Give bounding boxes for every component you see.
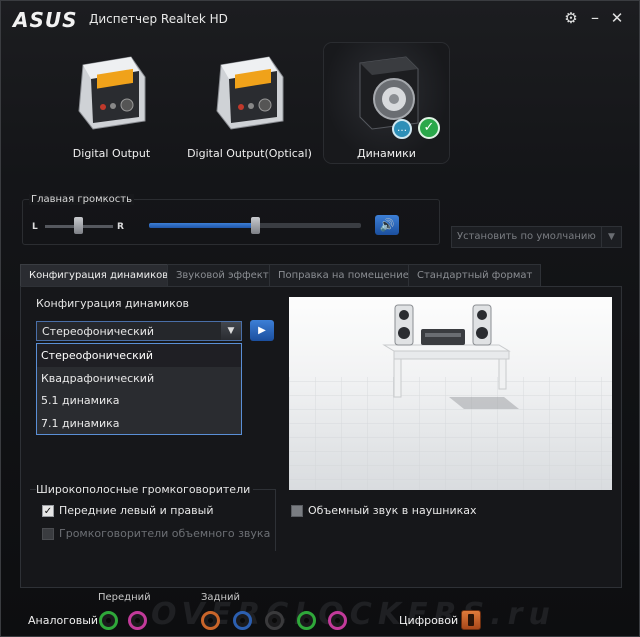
tab-room-correction[interactable]: Поправка на помещение xyxy=(269,264,418,286)
digital-output-icon xyxy=(78,56,146,130)
speaker-config-title: Конфигурация динамиков xyxy=(36,297,190,310)
volume-slider-fill xyxy=(149,223,255,228)
play-icon: ▶ xyxy=(258,325,266,336)
front-jack-pink[interactable] xyxy=(128,611,147,630)
tab-default-format[interactable]: Стандартный формат xyxy=(408,264,542,286)
balance-slider-thumb[interactable] xyxy=(74,217,83,234)
option-5-1[interactable]: 5.1 динамика xyxy=(37,389,241,412)
minimize-icon[interactable]: – xyxy=(586,9,604,27)
speaker-preview-area[interactable] xyxy=(289,297,612,490)
rear-jack-pink[interactable] xyxy=(328,611,347,630)
device-digital-output-optical[interactable]: Digital Output(Optical) xyxy=(187,43,312,163)
device-label: Digital Output(Optical) xyxy=(187,147,312,160)
chevron-down-icon: ▼ xyxy=(221,322,241,340)
window-title: Диспетчер Realtek HD xyxy=(89,12,228,26)
tab-speaker-config[interactable]: Конфигурация динамиков xyxy=(20,264,178,286)
tab-sound-effects[interactable]: Звуковой эффект xyxy=(167,264,278,286)
analog-label: Аналоговый xyxy=(28,614,99,627)
master-volume-title: Главная громкость xyxy=(29,194,135,205)
surround-label: Громкоговорители объемного звука xyxy=(59,527,271,540)
volume-slider-thumb[interactable] xyxy=(251,217,260,234)
rear-jacks-label: Задний xyxy=(201,592,240,603)
speaker-config-select[interactable]: Стереофонический ▼ xyxy=(36,321,242,341)
headphone-virtualization-checkbox[interactable] xyxy=(291,505,303,517)
option-quad[interactable]: Квадрафонический xyxy=(37,367,241,390)
play-test-button[interactable]: ▶ xyxy=(250,320,274,341)
speaker-setup-illustration xyxy=(289,304,612,490)
rear-jack-green[interactable] xyxy=(297,611,316,630)
rear-jack-black[interactable] xyxy=(265,611,284,630)
digital-label: Цифровой xyxy=(399,614,459,627)
option-stereo[interactable]: Стереофонический xyxy=(37,344,241,367)
realtek-window: ASUS Диспетчер Realtek HD ⚙ – ✕ Digital … xyxy=(0,0,640,637)
front-lr-checkbox[interactable]: ✓ xyxy=(42,505,54,517)
front-jack-green[interactable] xyxy=(99,611,118,630)
wideband-group xyxy=(30,489,276,551)
device-label: Динамики xyxy=(357,147,416,160)
close-icon[interactable]: ✕ xyxy=(608,9,626,27)
mute-button[interactable]: 🔊 xyxy=(375,215,399,235)
rear-jack-blue[interactable] xyxy=(233,611,252,630)
checkmark-icon: ✓ xyxy=(418,117,440,139)
device-digital-output[interactable]: Digital Output xyxy=(49,43,174,163)
digital-output-optical-icon xyxy=(216,56,284,130)
speaker-icon xyxy=(359,56,419,130)
surround-checkbox[interactable] xyxy=(42,528,54,540)
balance-left-label: L xyxy=(32,222,38,232)
rear-jack-orange[interactable] xyxy=(201,611,220,630)
spdif-jack-icon[interactable] xyxy=(461,610,481,630)
front-lr-label: Передние левый и правый xyxy=(59,504,214,517)
brand-logo: ASUS xyxy=(13,8,78,32)
set-default-label: Установить по умолчанию xyxy=(457,231,596,242)
device-label: Digital Output xyxy=(72,147,151,160)
chevron-down-icon: ▼ xyxy=(601,227,621,247)
title-bar[interactable]: ASUS Диспетчер Realtek HD ⚙ – ✕ xyxy=(1,1,639,35)
speaker-config-options: Стереофонический Квадрафонический 5.1 ди… xyxy=(36,343,242,435)
balance-right-label: R xyxy=(117,222,124,232)
option-7-1[interactable]: 7.1 динамика xyxy=(37,412,241,435)
set-default-dropdown[interactable]: Установить по умолчанию ▼ xyxy=(451,226,622,248)
front-jacks-label: Передний xyxy=(98,592,151,603)
chat-bubble-icon: … xyxy=(392,119,412,139)
device-speakers[interactable]: … ✓ Динамики xyxy=(324,43,449,163)
speaker-config-value: Стереофонический xyxy=(42,325,155,338)
wideband-title: Широкополосные громкоговорители xyxy=(36,483,254,496)
speaker-volume-icon: 🔊 xyxy=(379,218,395,232)
gear-icon[interactable]: ⚙ xyxy=(562,9,580,27)
headphone-virtualization-label: Объемный звук в наушниках xyxy=(308,504,477,517)
